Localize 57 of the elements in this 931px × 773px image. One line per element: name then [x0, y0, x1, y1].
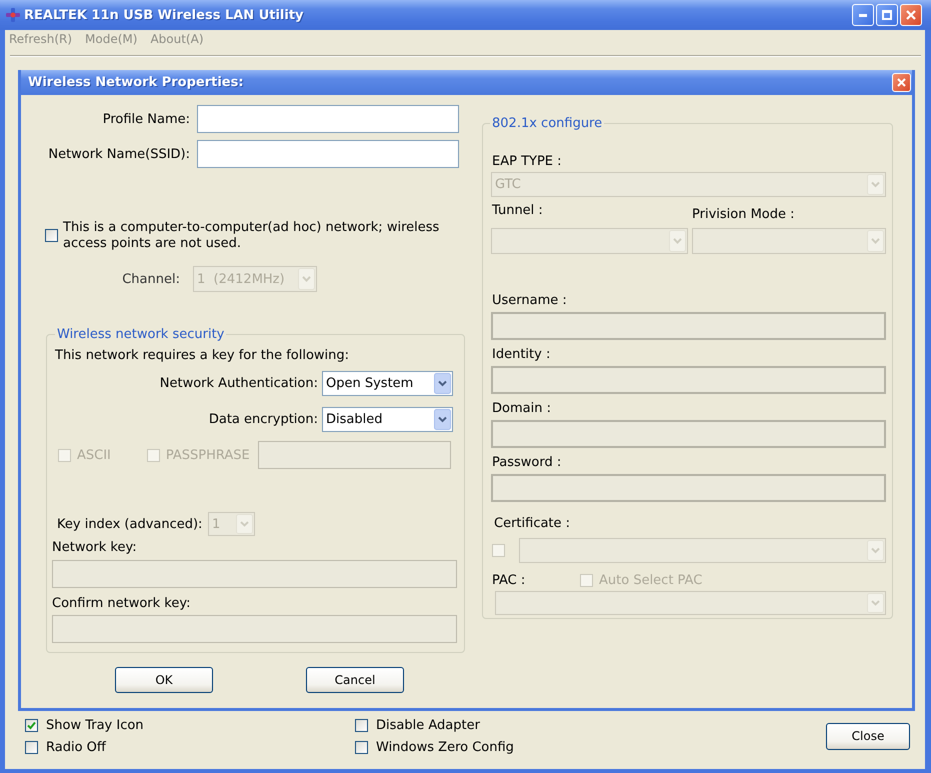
checkbox[interactable] [45, 229, 58, 242]
field-label: EAP TYPE : [491, 154, 563, 169]
group-box-title: 802.1x configure [490, 116, 604, 131]
dropdown-arrow-icon [669, 230, 686, 252]
field-label: Network Authentication: [158, 376, 318, 391]
group-box-title: Wireless network security [55, 327, 226, 342]
text-field[interactable] [197, 140, 459, 168]
dropdown-arrow-icon [867, 593, 884, 613]
ok-button[interactable]: OK [115, 667, 213, 693]
checkbox[interactable] [355, 741, 368, 754]
checkmark-icon [27, 721, 36, 730]
window-title: REALTEK 11n USB Wireless LAN Utility [24, 8, 304, 22]
dropdown[interactable]: Open System [322, 371, 453, 396]
instruction-text: This network requires a key for the following: [54, 348, 350, 363]
checkbox-label: Radio Off [46, 740, 106, 755]
field-label: Network key: [51, 540, 138, 555]
checkbox-label: ASCII [77, 448, 111, 462]
close-button[interactable]: Close [826, 723, 910, 750]
close-icon [897, 78, 906, 87]
cancel-button[interactable]: Cancel [306, 667, 404, 693]
checkbox-label: Show Tray Icon [46, 718, 144, 733]
field-label: Identity : [491, 347, 552, 362]
minimize-icon [859, 14, 867, 16]
field-label: Key index (advanced): [57, 516, 204, 532]
app-icon [5, 7, 21, 23]
close-button[interactable] [892, 73, 911, 92]
checkbox-label: Auto Select PAC [599, 573, 702, 588]
checkbox-label: Windows Zero Config [376, 740, 514, 755]
field-label: Channel: [121, 272, 180, 286]
text-field[interactable] [197, 105, 459, 133]
dropdown-arrow-icon [298, 268, 315, 290]
field-label: PAC : [491, 573, 526, 588]
field-label: Username : [491, 293, 568, 308]
checkbox-label: PASSPHRASE [166, 448, 250, 462]
maximize-button[interactable] [876, 4, 898, 26]
checkbox[interactable] [25, 719, 38, 732]
checkbox[interactable] [25, 741, 38, 754]
field-label: Domain : [491, 401, 552, 416]
field-label: Data encryption: [208, 412, 318, 427]
dropdown-arrow-icon [236, 514, 253, 534]
field-label: Certificate : [493, 516, 572, 531]
checkbox-label: This is a computer-to-computer(ad hoc) network; wireless access points are not used. [63, 220, 440, 252]
dropdown[interactable]: Disabled [322, 407, 453, 432]
field-label: Network Name(SSID): [47, 146, 190, 162]
checkbox-label: Disable Adapter [376, 718, 480, 733]
field-label: Confirm network key: [51, 596, 192, 611]
field-label: Privision Mode : [692, 207, 795, 222]
checkbox[interactable] [355, 719, 368, 732]
maximize-icon [882, 10, 892, 20]
field-label: Password : [491, 455, 562, 470]
field-label: Tunnel : [491, 203, 544, 220]
close-button[interactable] [900, 4, 922, 26]
field-label: Profile Name: [102, 112, 190, 126]
close-icon [906, 10, 916, 20]
minimize-button[interactable] [852, 4, 874, 26]
dropdown-arrow-icon [867, 230, 884, 252]
dialog-title: Wireless Network Properties: [28, 75, 244, 90]
